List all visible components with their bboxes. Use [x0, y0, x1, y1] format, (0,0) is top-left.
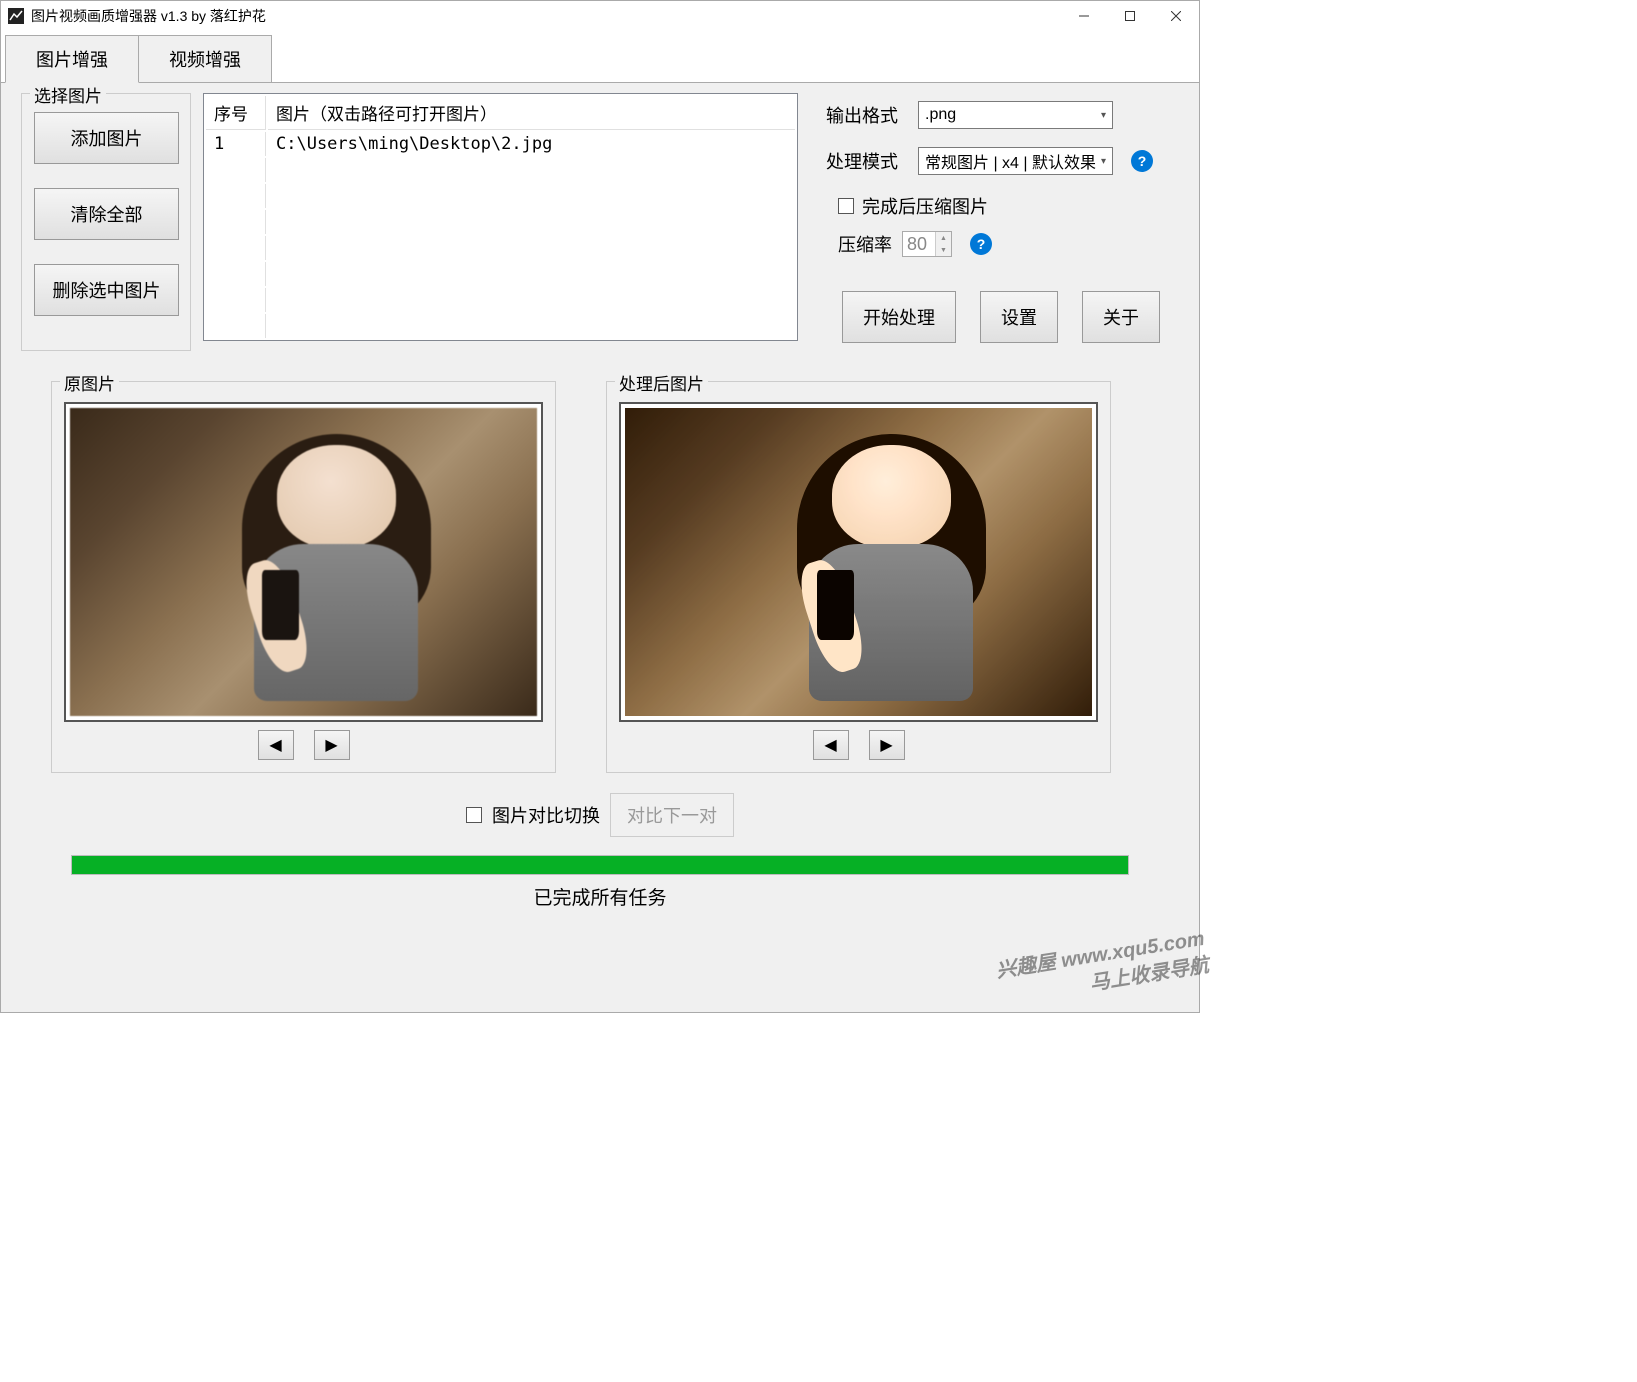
original-next-button[interactable]: ▶ — [314, 730, 350, 760]
processed-prev-button[interactable]: ◀ — [813, 730, 849, 760]
original-preview-group: 原图片 ◀ ▶ — [51, 381, 556, 773]
compress-checkbox-label: 完成后压缩图片 — [862, 193, 988, 219]
maximize-button[interactable] — [1107, 1, 1153, 31]
start-process-button[interactable]: 开始处理 — [842, 291, 956, 343]
mode-label: 处理模式 — [826, 148, 908, 174]
watermark-nav: 马上收录导航 — [998, 949, 1210, 1011]
mode-value: 常规图片 | x4 | 默认效果 — [925, 149, 1096, 173]
select-image-group: 选择图片 添加图片 清除全部 删除选中图片 — [21, 93, 191, 351]
cell-path[interactable]: C:\Users\ming\Desktop\2.jpg — [268, 132, 795, 156]
col-header-seq: 序号 — [206, 96, 266, 130]
compare-toggle-label: 图片对比切换 — [492, 802, 600, 828]
processed-preview-group: 处理后图片 ◀ ▶ — [606, 381, 1111, 773]
app-icon — [7, 7, 25, 25]
original-prev-button[interactable]: ◀ — [258, 730, 294, 760]
add-image-button[interactable]: 添加图片 — [34, 112, 179, 164]
close-button[interactable] — [1153, 1, 1199, 31]
compress-rate-value: 80 — [907, 234, 927, 255]
minimize-button[interactable] — [1061, 1, 1107, 31]
tab-bar: 图片增强 视频增强 — [1, 31, 1199, 83]
compress-rate-spinner[interactable]: 80 ▲ ▼ — [902, 231, 952, 257]
spinner-up-icon[interactable]: ▲ — [936, 232, 951, 244]
chevron-down-icon: ▾ — [1101, 156, 1106, 167]
select-image-label: 选择图片 — [30, 82, 106, 107]
mode-dropdown[interactable]: 常规图片 | x4 | 默认效果 ▾ — [918, 147, 1113, 175]
original-preview-box — [64, 402, 543, 722]
processed-image — [625, 408, 1092, 716]
progress-bar — [71, 855, 1129, 875]
status-text: 已完成所有任务 — [21, 883, 1179, 910]
tab-image-enhance[interactable]: 图片增强 — [5, 35, 139, 83]
settings-button[interactable]: 设置 — [980, 291, 1058, 343]
action-buttons: 开始处理 设置 关于 — [842, 291, 1163, 343]
help-mode-icon[interactable]: ? — [1131, 150, 1153, 172]
watermark-overlay: 兴趣屋 www.xqu5.com 马上收录导航 — [994, 922, 1211, 1010]
clear-all-button[interactable]: 清除全部 — [34, 188, 179, 240]
titlebar: 图片视频画质增强器 v1.3 by 落红护花 — [1, 1, 1199, 31]
compress-rate-label: 压缩率 — [838, 231, 892, 257]
output-format-label: 输出格式 — [826, 102, 908, 128]
compare-toggle-checkbox[interactable] — [466, 807, 482, 823]
compare-next-pair-button: 对比下一对 — [610, 793, 734, 837]
processed-next-button[interactable]: ▶ — [869, 730, 905, 760]
processed-preview-box — [619, 402, 1098, 722]
table-row[interactable]: 1 C:\Users\ming\Desktop\2.jpg — [206, 132, 795, 156]
preview-section: 原图片 ◀ ▶ 处理后图片 — [21, 381, 1179, 773]
main-panel: 选择图片 添加图片 清除全部 删除选中图片 序号 图片（双击路径可打开图片） — [1, 83, 1199, 920]
compare-row: 图片对比切换 对比下一对 — [21, 793, 1179, 837]
chevron-down-icon: ▾ — [1101, 110, 1106, 121]
spinner-down-icon[interactable]: ▼ — [936, 244, 951, 256]
original-nav: ◀ ▶ — [64, 730, 543, 760]
delete-selected-button[interactable]: 删除选中图片 — [34, 264, 179, 316]
cell-seq: 1 — [206, 132, 266, 156]
app-window: 图片视频画质增强器 v1.3 by 落红护花 图片增强 视频增强 选择图片 添加… — [0, 0, 1200, 1013]
processed-nav: ◀ ▶ — [619, 730, 1098, 760]
mode-row: 处理模式 常规图片 | x4 | 默认效果 ▾ ? — [826, 147, 1163, 175]
tab-video-enhance[interactable]: 视频增强 — [138, 35, 272, 82]
about-button[interactable]: 关于 — [1082, 291, 1160, 343]
col-header-path: 图片（双击路径可打开图片） — [268, 96, 795, 130]
original-image — [70, 408, 537, 716]
window-title: 图片视频画质增强器 v1.3 by 落红护花 — [31, 6, 266, 26]
top-section: 选择图片 添加图片 清除全部 删除选中图片 序号 图片（双击路径可打开图片） — [21, 93, 1179, 351]
options-panel: 输出格式 .png ▾ 处理模式 常规图片 | x4 | 默认效果 ▾ ? — [810, 93, 1179, 351]
output-format-row: 输出格式 .png ▾ — [826, 101, 1163, 129]
help-compress-icon[interactable]: ? — [970, 233, 992, 255]
output-format-value: .png — [925, 106, 956, 124]
content-area: 图片增强 视频增强 选择图片 添加图片 清除全部 删除选中图片 序号 图片（双击… — [1, 31, 1199, 1012]
original-preview-label: 原图片 — [60, 370, 119, 395]
window-controls — [1061, 1, 1199, 31]
compress-rate-row: 压缩率 80 ▲ ▼ ? — [838, 231, 1163, 257]
processed-preview-label: 处理后图片 — [615, 370, 708, 395]
compress-checkbox-row: 完成后压缩图片 — [838, 193, 1163, 219]
watermark-site: 兴趣屋 www.xqu5.com — [994, 922, 1206, 984]
file-list-table[interactable]: 序号 图片（双击路径可打开图片） 1 C:\Users\ming\Desktop… — [203, 93, 798, 341]
progress-fill — [72, 856, 1128, 874]
compress-checkbox[interactable] — [838, 198, 854, 214]
output-format-dropdown[interactable]: .png ▾ — [918, 101, 1113, 129]
